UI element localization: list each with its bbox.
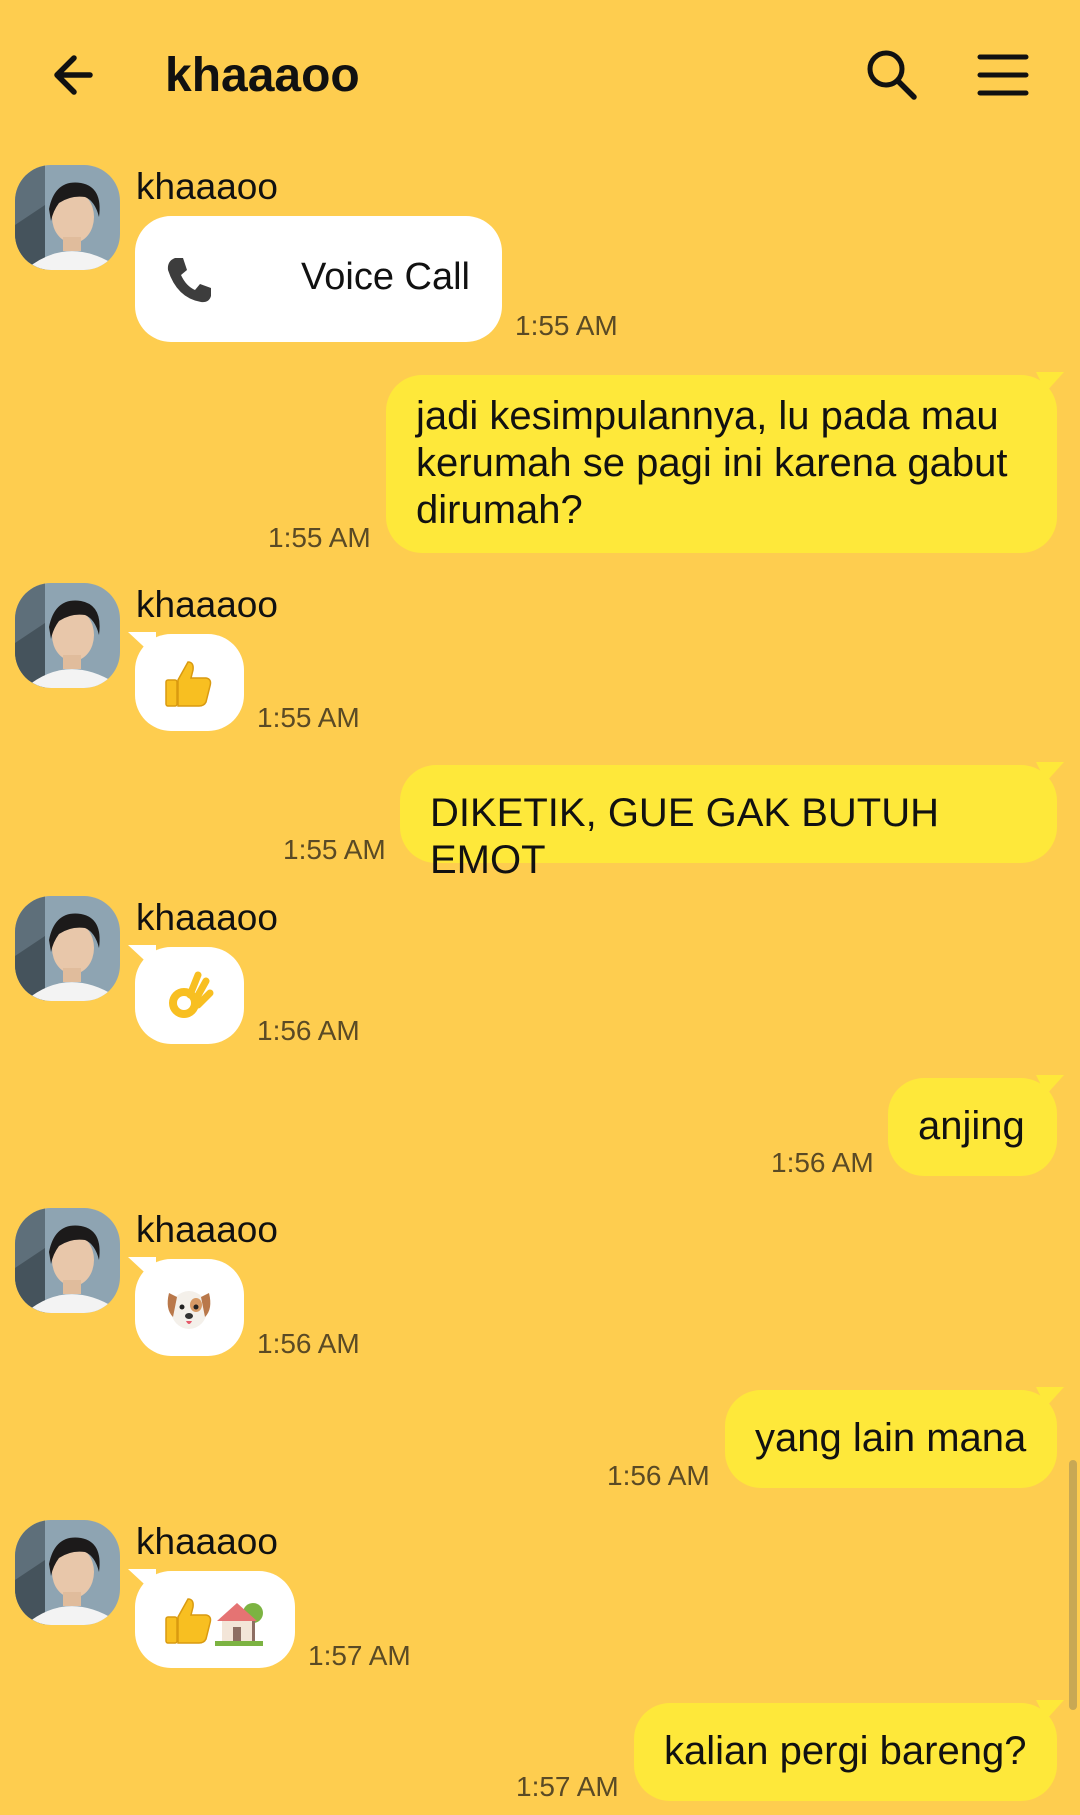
bubble-tail <box>1036 762 1064 782</box>
voice-call-label: Voice Call <box>301 256 470 298</box>
thumbs-up-icon <box>162 658 214 721</box>
contact-avatar[interactable] <box>15 1208 120 1313</box>
voice-call-bubble[interactable]: Voice Call <box>135 216 502 342</box>
ok-hand-icon <box>164 971 214 1032</box>
message-text: jadi kesimpulannya, lu pada mau kerumah … <box>416 394 1008 532</box>
back-arrow-icon[interactable] <box>50 45 110 105</box>
chat-title: khaaaoo <box>165 49 360 102</box>
incoming-emoji-bubble[interactable] <box>135 1571 295 1668</box>
message-time: 1:56 AM <box>607 1460 710 1491</box>
outgoing-message-bubble[interactable]: jadi kesimpulannya, lu pada mau kerumah … <box>386 375 1057 553</box>
contact-avatar[interactable] <box>15 1520 120 1625</box>
message-time: 1:56 AM <box>257 1015 360 1046</box>
message-time: 1:55 AM <box>268 522 371 553</box>
message-time: 1:55 AM <box>515 310 618 341</box>
message-text: anjing <box>918 1104 1025 1148</box>
outgoing-message-bubble[interactable]: kalian pergi bareng? <box>634 1703 1057 1801</box>
message-text: DIKETIK, GUE GAK BUTUH EMOT <box>430 791 939 882</box>
message-time: 1:57 AM <box>308 1640 411 1671</box>
bubble-tail <box>1036 1075 1064 1095</box>
sender-name: khaaaoo <box>136 1521 278 1562</box>
menu-icon[interactable] <box>973 45 1033 105</box>
bubble-tail <box>1036 1387 1064 1407</box>
message-text: kalian pergi bareng? <box>664 1729 1027 1773</box>
incoming-emoji-bubble[interactable] <box>135 634 244 731</box>
contact-avatar[interactable] <box>15 165 120 270</box>
phone-icon <box>163 254 215 317</box>
outgoing-message-bubble[interactable]: yang lain mana <box>725 1390 1057 1488</box>
house-icon <box>213 1595 265 1658</box>
incoming-emoji-bubble[interactable] <box>135 947 244 1044</box>
bubble-tail <box>1036 1700 1064 1720</box>
message-time: 1:57 AM <box>516 1771 619 1802</box>
outgoing-message-bubble[interactable]: DIKETIK, GUE GAK BUTUH EMOT <box>400 765 1057 882</box>
dog-face-icon <box>163 1283 215 1344</box>
scrollbar[interactable] <box>1069 1460 1077 1710</box>
contact-avatar[interactable] <box>15 583 120 688</box>
bubble-tail <box>1036 372 1064 392</box>
thumbs-up-icon <box>162 1595 214 1658</box>
sender-name: khaaaoo <box>136 584 278 625</box>
message-time: 1:56 AM <box>771 1147 874 1178</box>
contact-avatar[interactable] <box>15 896 120 1001</box>
sender-name: khaaaoo <box>136 166 278 207</box>
message-text: yang lain mana <box>755 1416 1027 1460</box>
message-time: 1:56 AM <box>257 1328 360 1359</box>
chat-header: khaaaoo <box>0 0 1080 150</box>
sender-name: khaaaoo <box>136 897 278 938</box>
sender-name: khaaaoo <box>136 1209 278 1250</box>
incoming-emoji-bubble[interactable] <box>135 1259 244 1356</box>
search-icon[interactable] <box>862 45 922 105</box>
message-time: 1:55 AM <box>257 702 360 733</box>
message-time: 1:55 AM <box>283 834 386 865</box>
outgoing-message-bubble[interactable]: anjing <box>888 1078 1057 1176</box>
